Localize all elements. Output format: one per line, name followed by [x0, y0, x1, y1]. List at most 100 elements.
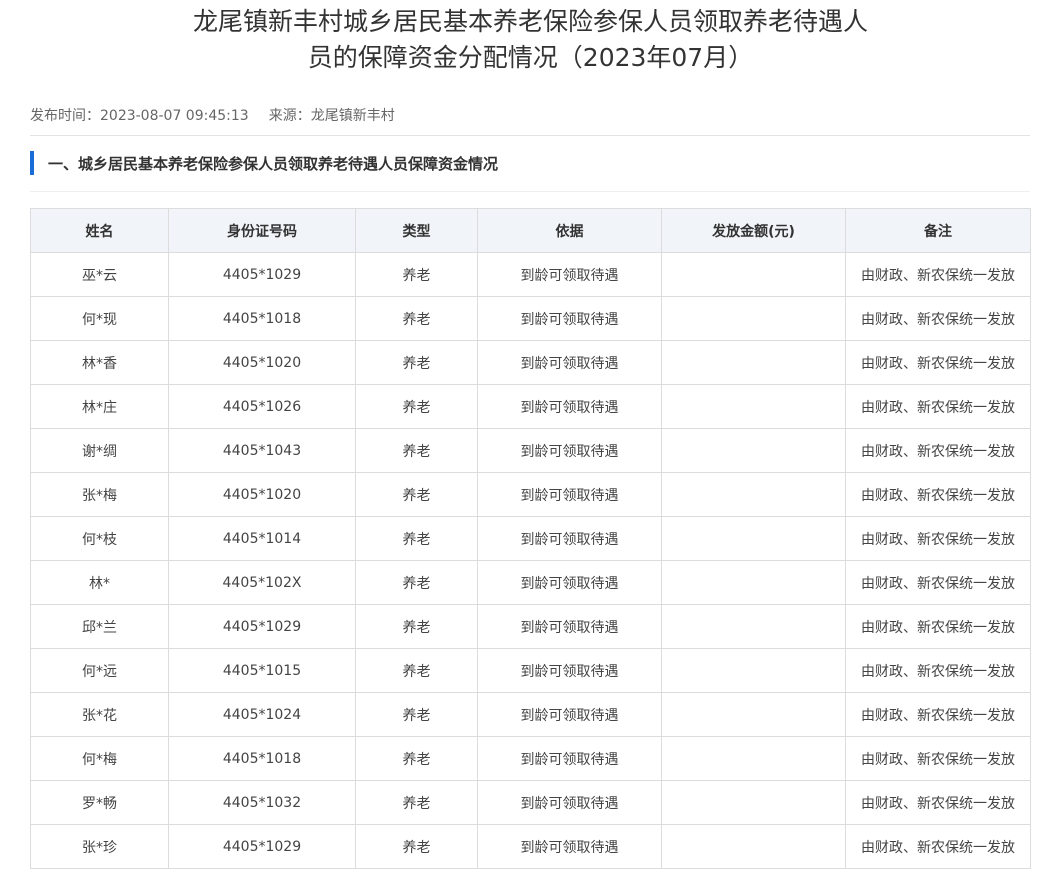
table-row: 何*远 4405*1015 养老 到龄可领取待遇 由财政、新农保统一发放	[30, 648, 1031, 693]
page-title-line-2: 员的保障资金分配情况（2023年07月）	[307, 43, 754, 72]
cell-type: 养老	[355, 692, 478, 737]
cell-name: 林*	[30, 560, 169, 605]
cell-amount	[661, 472, 846, 517]
cell-name: 罗*畅	[30, 780, 169, 825]
table-row: 林*庄 4405*1026 养老 到龄可领取待遇 由财政、新农保统一发放	[30, 384, 1031, 429]
cell-basis: 到龄可领取待遇	[477, 428, 662, 473]
cell-type: 养老	[355, 604, 478, 649]
cell-type: 养老	[355, 736, 478, 781]
cell-name: 张*珍	[30, 824, 169, 869]
cell-basis: 到龄可领取待遇	[477, 252, 662, 297]
cell-remark: 由财政、新农保统一发放	[845, 472, 1031, 517]
cell-amount	[661, 560, 846, 605]
article-meta: 发布时间：2023-08-07 09:45:13 来源：龙尾镇新丰村	[30, 106, 395, 126]
cell-type: 养老	[355, 648, 478, 693]
cell-remark: 由财政、新农保统一发放	[845, 384, 1031, 429]
cell-basis: 到龄可领取待遇	[477, 560, 662, 605]
cell-amount	[661, 780, 846, 825]
cell-remark: 由财政、新农保统一发放	[845, 692, 1031, 737]
cell-type: 养老	[355, 384, 478, 429]
cell-remark: 由财政、新农保统一发放	[845, 340, 1031, 385]
cell-id-number: 4405*1024	[168, 692, 356, 737]
cell-type: 养老	[355, 428, 478, 473]
cell-amount	[661, 252, 846, 297]
cell-name: 邱*兰	[30, 604, 169, 649]
cell-id-number: 4405*1029	[168, 604, 356, 649]
section-divider	[30, 191, 1030, 192]
cell-basis: 到龄可领取待遇	[477, 340, 662, 385]
cell-name: 林*香	[30, 340, 169, 385]
cell-basis: 到龄可领取待遇	[477, 736, 662, 781]
table-row: 张*花 4405*1024 养老 到龄可领取待遇 由财政、新农保统一发放	[30, 692, 1031, 737]
cell-remark: 由财政、新农保统一发放	[845, 648, 1031, 693]
cell-type: 养老	[355, 296, 478, 341]
page-title: 龙尾镇新丰村城乡居民基本养老保险参保人员领取养老待遇人 员的保障资金分配情况（2…	[0, 4, 1061, 76]
cell-basis: 到龄可领取待遇	[477, 780, 662, 825]
table-row: 张*珍 4405*1029 养老 到龄可领取待遇 由财政、新农保统一发放	[30, 824, 1031, 869]
cell-basis: 到龄可领取待遇	[477, 692, 662, 737]
cell-amount	[661, 296, 846, 341]
cell-id-number: 4405*102X	[168, 560, 356, 605]
cell-name: 张*花	[30, 692, 169, 737]
cell-basis: 到龄可领取待遇	[477, 824, 662, 869]
section-heading: 一、城乡居民基本养老保险参保人员领取养老待遇人员保障资金情况	[30, 151, 498, 175]
cell-basis: 到龄可领取待遇	[477, 516, 662, 561]
table-row: 何*枝 4405*1014 养老 到龄可领取待遇 由财政、新农保统一发放	[30, 516, 1031, 561]
cell-name: 张*梅	[30, 472, 169, 517]
cell-basis: 到龄可领取待遇	[477, 604, 662, 649]
cell-name: 巫*云	[30, 252, 169, 297]
table-row: 何*现 4405*1018 养老 到龄可领取待遇 由财政、新农保统一发放	[30, 296, 1031, 341]
cell-remark: 由财政、新农保统一发放	[845, 516, 1031, 561]
col-header-remark: 备注	[845, 208, 1031, 253]
col-header-basis: 依据	[477, 208, 662, 253]
cell-id-number: 4405*1018	[168, 296, 356, 341]
table-row: 林* 4405*102X 养老 到龄可领取待遇 由财政、新农保统一发放	[30, 560, 1031, 605]
col-header-amount: 发放金额(元)	[661, 208, 846, 253]
cell-remark: 由财政、新农保统一发放	[845, 780, 1031, 825]
cell-remark: 由财政、新农保统一发放	[845, 252, 1031, 297]
cell-id-number: 4405*1032	[168, 780, 356, 825]
cell-name: 何*远	[30, 648, 169, 693]
cell-basis: 到龄可领取待遇	[477, 384, 662, 429]
cell-type: 养老	[355, 252, 478, 297]
cell-amount	[661, 736, 846, 781]
cell-type: 养老	[355, 560, 478, 605]
table-row: 林*香 4405*1020 养老 到龄可领取待遇 由财政、新农保统一发放	[30, 340, 1031, 385]
cell-amount	[661, 692, 846, 737]
col-header-name: 姓名	[30, 208, 169, 253]
cell-id-number: 4405*1014	[168, 516, 356, 561]
cell-name: 林*庄	[30, 384, 169, 429]
table-row: 谢*绸 4405*1043 养老 到龄可领取待遇 由财政、新农保统一发放	[30, 428, 1031, 473]
cell-amount	[661, 340, 846, 385]
source-label: 来源：	[268, 108, 311, 124]
cell-id-number: 4405*1026	[168, 384, 356, 429]
table-row: 巫*云 4405*1029 养老 到龄可领取待遇 由财政、新农保统一发放	[30, 252, 1031, 297]
cell-amount	[661, 648, 846, 693]
table-header-row: 姓名 身份证号码 类型 依据 发放金额(元) 备注	[30, 208, 1031, 253]
cell-id-number: 4405*1020	[168, 340, 356, 385]
publish-label: 发布时间：	[30, 108, 100, 124]
cell-amount	[661, 384, 846, 429]
page-title-line-1: 龙尾镇新丰村城乡居民基本养老保险参保人员领取养老待遇人	[192, 7, 868, 36]
cell-amount	[661, 516, 846, 561]
cell-name: 何*枝	[30, 516, 169, 561]
section-accent-bar	[30, 151, 34, 175]
table-row: 张*梅 4405*1020 养老 到龄可领取待遇 由财政、新农保统一发放	[30, 472, 1031, 517]
section-heading-text: 一、城乡居民基本养老保险参保人员领取养老待遇人员保障资金情况	[48, 154, 499, 173]
cell-type: 养老	[355, 824, 478, 869]
cell-remark: 由财政、新农保统一发放	[845, 824, 1031, 869]
cell-type: 养老	[355, 340, 478, 385]
table-row: 罗*畅 4405*1032 养老 到龄可领取待遇 由财政、新农保统一发放	[30, 780, 1031, 825]
cell-id-number: 4405*1029	[168, 824, 356, 869]
meta-divider	[30, 135, 1030, 136]
col-header-type: 类型	[355, 208, 478, 253]
cell-id-number: 4405*1043	[168, 428, 356, 473]
table-body: 巫*云 4405*1029 养老 到龄可领取待遇 由财政、新农保统一发放 何*现 4405*…	[30, 252, 1031, 869]
table-row: 邱*兰 4405*1029 养老 到龄可领取待遇 由财政、新农保统一发放	[30, 604, 1031, 649]
cell-id-number: 4405*1020	[168, 472, 356, 517]
cell-name: 何*现	[30, 296, 169, 341]
cell-name: 谢*绸	[30, 428, 169, 473]
cell-amount	[661, 824, 846, 869]
cell-remark: 由财政、新农保统一发放	[845, 736, 1031, 781]
cell-remark: 由财政、新农保统一发放	[845, 604, 1031, 649]
